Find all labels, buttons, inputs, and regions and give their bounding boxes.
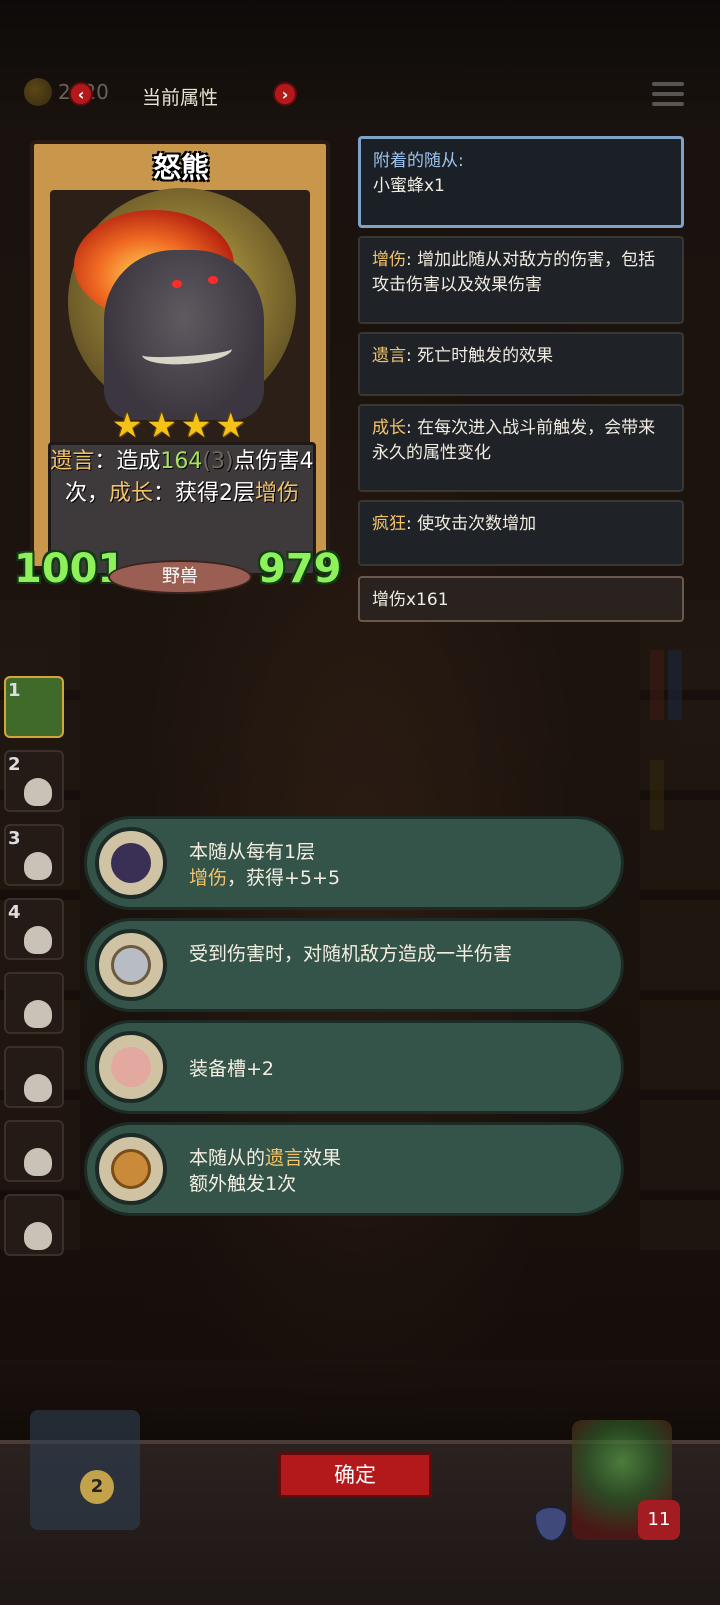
slot-number: 1	[8, 680, 21, 701]
attack-value: 1001	[14, 546, 126, 592]
buff-summary: 增伤x161	[372, 590, 449, 610]
item-line: 本随从每有1层	[189, 841, 316, 863]
keyword-label: 遗言	[372, 346, 406, 366]
slot-number: 2	[8, 754, 21, 775]
keyword-entry: 成长: 在每次进入战斗前触发，会带来永久的属性变化	[358, 404, 684, 492]
attached-label: 附着的随从:	[373, 151, 464, 171]
equipment-item[interactable]: 装备槽+2	[84, 1020, 624, 1114]
item-description: 本随从的遗言效果 额外触发1次	[189, 1145, 609, 1197]
keyword-text: : 死亡时触发的效果	[406, 346, 554, 366]
card-description: 遗言：造成164(3)点伤害4次，成长：获得2层增伤	[50, 446, 314, 510]
keyword-text: : 在每次进入战斗前触发，会带来永久的属性变化	[372, 418, 656, 463]
attached-value: 小蜜蜂x1	[373, 176, 445, 196]
item-description: 受到伤害时，对随机敌方造成一半伤害	[189, 941, 609, 967]
bear-eye	[208, 276, 218, 284]
desc-text: ：造成	[94, 449, 161, 474]
equipment-item[interactable]: 本随从的遗言效果 额外触发1次	[84, 1122, 624, 1216]
bat-icon-shape	[111, 843, 151, 883]
damage-extra: (3)	[202, 449, 234, 474]
item-line: 受到伤害时，对随机敌方造成一半伤害	[189, 943, 513, 965]
team-slot[interactable]	[4, 1046, 64, 1108]
page-title: 当前属性	[142, 87, 219, 109]
item-line: 装备槽+2	[189, 1058, 275, 1080]
keyword-label: 疯狂	[372, 514, 406, 534]
keyword-damage-boost: 增伤	[255, 481, 300, 506]
minion-card: 怒熊 ★★★★ 遗言：造成164(3)点伤害4次，成长：获得2层增伤 1001 …	[14, 130, 342, 610]
skull-icon	[24, 926, 52, 954]
skull-icon	[24, 852, 52, 880]
top-bar: 2020 ‹ 当前属性 ›	[0, 70, 720, 120]
pig-icon-shape	[111, 1047, 151, 1087]
next-arrow-button[interactable]: ›	[273, 82, 297, 106]
mirror-icon	[95, 929, 167, 1001]
health-value: 979	[258, 546, 342, 592]
bat-icon	[95, 827, 167, 899]
prev-arrow-button[interactable]: ‹	[69, 82, 93, 106]
team-slot[interactable]	[4, 972, 64, 1034]
team-slot[interactable]	[4, 1120, 64, 1182]
keyword-label: 遗言	[265, 1147, 304, 1169]
slot-number: 3	[8, 828, 21, 849]
buff-summary-panel: 增伤x161	[358, 576, 684, 622]
team-slot[interactable]	[4, 1194, 64, 1256]
keyword-text: : 使攻击次数增加	[406, 514, 537, 534]
skull-icon	[24, 1000, 52, 1028]
item-description: 装备槽+2	[189, 1056, 609, 1082]
keyword-growth: 成长	[108, 481, 153, 506]
item-line: 本随从的	[189, 1147, 266, 1169]
keyword-entry: 疯狂: 使攻击次数增加	[358, 500, 684, 566]
equipment-item[interactable]: 受到伤害时，对随机敌方造成一半伤害	[84, 918, 624, 1012]
tribe-badge: 野兽	[108, 560, 252, 594]
skull-icon	[24, 1074, 52, 1102]
deck-icon[interactable]	[30, 1410, 140, 1530]
keyword-label: 增伤	[372, 250, 406, 270]
star-rating: ★★★★	[112, 406, 250, 446]
card-name: 怒熊	[152, 151, 209, 184]
keyword-entry: 遗言: 死亡时触发的效果	[358, 332, 684, 396]
bear-eye	[172, 280, 182, 288]
pig-icon	[95, 1031, 167, 1103]
item-line: 效果	[303, 1147, 342, 1169]
equipment-item[interactable]: 本随从每有1层 增伤，获得+5+5	[84, 816, 624, 910]
slot-number: 4	[8, 902, 21, 923]
bear-portrait	[104, 250, 264, 420]
keyword-deathrattle: 遗言	[50, 449, 95, 474]
item-line: 额外触发1次	[189, 1173, 297, 1195]
coin-icon	[24, 78, 52, 106]
coin-icon-shape	[111, 1149, 151, 1189]
team-slot[interactable]: 3	[4, 824, 64, 886]
item-description: 本随从每有1层 增伤，获得+5+5	[189, 839, 609, 891]
desc-text: ：获得2层	[153, 481, 255, 506]
team-slot[interactable]: 2	[4, 750, 64, 812]
keyword-entry: 增伤: 增加此随从对敌方的伤害，包括攻击伤害以及效果伤害	[358, 236, 684, 324]
skull-icon	[24, 1222, 52, 1250]
skull-icon	[24, 778, 52, 806]
keyword-label: 增伤	[189, 867, 228, 889]
coin-icon	[95, 1133, 167, 1205]
attached-minion-panel: 附着的随从: 小蜜蜂x1	[358, 136, 684, 228]
deck-count-badge: 2	[80, 1470, 114, 1504]
team-slot[interactable]: 4	[4, 898, 64, 960]
team-slot[interactable]: 1	[4, 676, 64, 738]
menu-icon[interactable]	[652, 82, 684, 108]
skull-icon	[24, 1148, 52, 1176]
mirror-icon-shape	[111, 945, 151, 985]
hero-health-badge: 11	[638, 1500, 680, 1540]
damage-value: 164	[160, 449, 203, 474]
keyword-label: 成长	[372, 418, 406, 438]
item-line: ，获得+5+5	[227, 867, 341, 889]
confirm-button[interactable]: 确定	[278, 1452, 432, 1498]
keyword-text: : 增加此随从对敌方的伤害，包括攻击伤害以及效果伤害	[372, 250, 656, 295]
